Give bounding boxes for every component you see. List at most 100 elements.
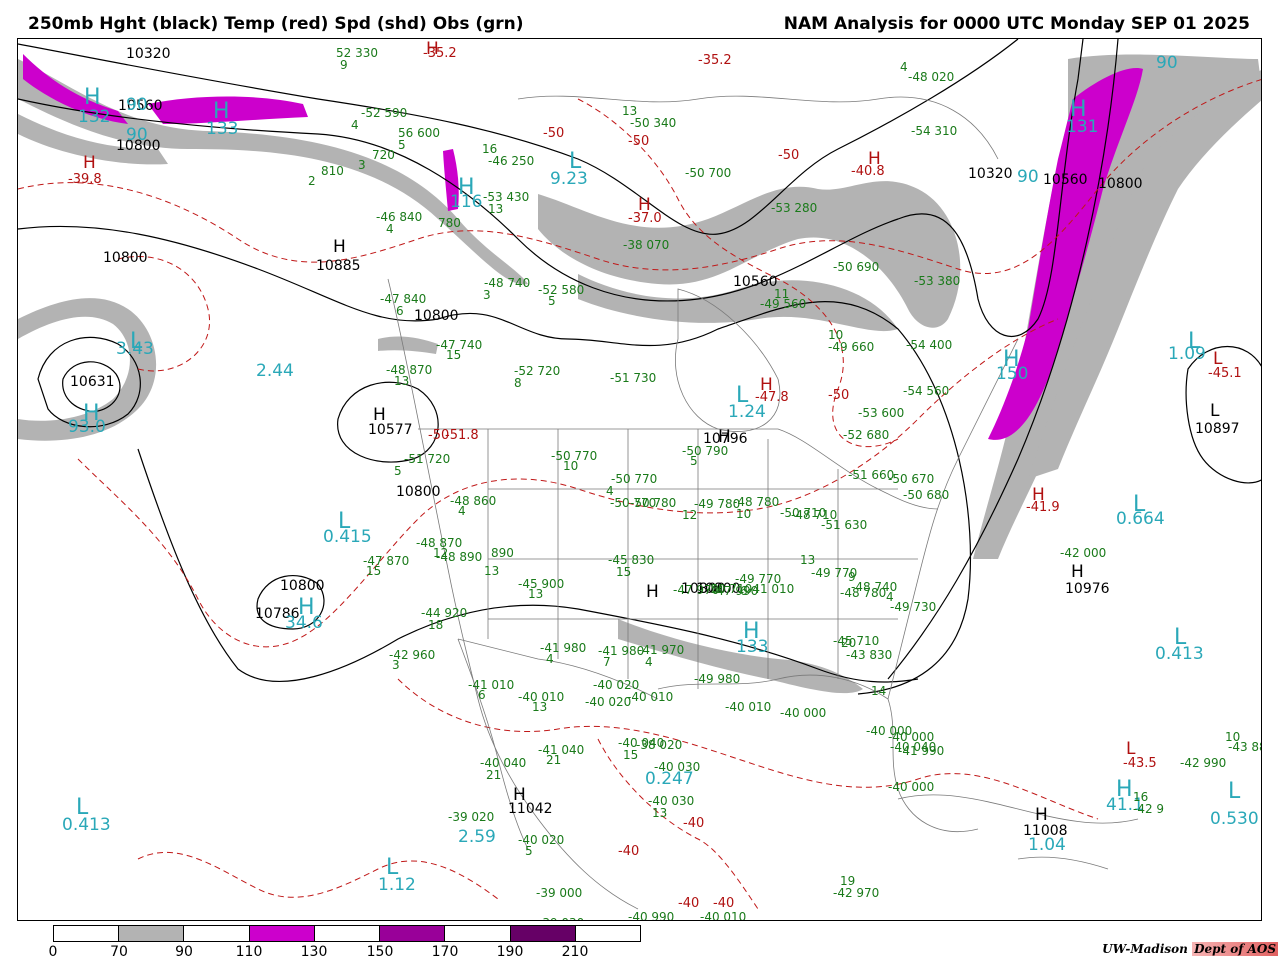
observation-label: 3	[483, 288, 491, 302]
height-label: 10631	[70, 374, 115, 390]
height-label: 10800	[396, 484, 441, 500]
observation-label: -54 560	[903, 384, 950, 398]
observation-label: 13	[484, 564, 500, 578]
observation-label: -48 890	[436, 550, 483, 564]
observation-label: -49 770	[811, 566, 858, 580]
temperature-label: -40	[713, 896, 735, 911]
observation-label: -43 880	[1228, 740, 1261, 754]
temperature-label: -37.0	[628, 211, 662, 226]
height-label: 10976	[1065, 581, 1110, 597]
observation-label: -49 730	[890, 600, 937, 614]
observation-label: 15	[366, 564, 382, 578]
observation-label: -40 000	[780, 706, 827, 720]
observation-label: -40 030	[654, 760, 701, 774]
colorbar-segment	[510, 926, 576, 941]
observation-label: 3	[392, 658, 400, 672]
observation-label: -48 740	[484, 276, 531, 290]
observation-label: 4	[645, 655, 653, 669]
speed-label: 9.23	[550, 169, 588, 189]
speed-label: 133	[736, 637, 769, 657]
observation-label: -38 020	[636, 738, 683, 752]
speed-label: 1.24	[728, 402, 766, 422]
observation-label: -40 040	[890, 740, 937, 754]
observation-label: 6	[396, 304, 404, 318]
observation-label: 18	[428, 618, 444, 632]
observation-label: 780	[438, 216, 461, 230]
observation-label: -42 000	[1060, 546, 1107, 560]
colorbar-segment	[575, 926, 640, 941]
credit-org: UW-Madison	[1102, 942, 1188, 956]
observation-label: -51 630	[821, 518, 868, 532]
observation-label: -52 590	[361, 106, 408, 120]
map-title: 250mb Hght (black) Temp (red) Spd (shd) …	[28, 14, 524, 34]
temperature-label: -40.8	[851, 164, 885, 179]
colorbar-segment	[380, 926, 446, 941]
temperature-label: -40	[678, 896, 700, 911]
observation-label: -40 010	[725, 700, 772, 714]
speed-label: 132	[78, 107, 111, 127]
height-label: 10560	[733, 274, 778, 290]
height-label: H	[333, 237, 346, 257]
colorbar-tick-label: 0	[48, 944, 58, 960]
observation-label: 6	[478, 688, 486, 702]
colorbar-segment	[314, 926, 381, 941]
observation-label: -40 010	[627, 690, 674, 704]
colorbar-segment	[54, 926, 120, 941]
observation-label: 5	[690, 454, 698, 468]
colorbar-tick-label: 70	[110, 944, 128, 960]
observation-label: -54 310	[911, 124, 958, 138]
observation-label: 4	[546, 652, 554, 666]
height-label: 10800	[1098, 176, 1143, 192]
observation-label: 14	[871, 684, 887, 698]
speed-label: 2.44	[256, 361, 294, 381]
speed-colorbar	[53, 925, 641, 942]
observation-label: -48 860	[450, 494, 497, 508]
observation-label: -43 830	[846, 648, 893, 662]
observation-label: -50 690	[833, 260, 880, 274]
observation-label: 13	[532, 700, 548, 714]
observation-label: 4	[458, 504, 466, 518]
speed-label: 131	[1066, 117, 1099, 137]
speed-label: 0.530	[1210, 809, 1259, 829]
speed-label: 0.415	[323, 527, 372, 547]
observation-label: -39 020	[448, 810, 495, 824]
temperature-label: -35.2	[698, 53, 732, 68]
temperature-label: -50	[828, 388, 850, 403]
observation-label: -42 9	[1133, 802, 1165, 816]
observation-label: 10	[736, 507, 752, 521]
observation-label: -38 070	[623, 238, 670, 252]
islands-caribbean	[897, 794, 1139, 870]
observation-label: 13	[652, 806, 668, 820]
observation-label: -49 560	[760, 297, 807, 311]
speed-label: 34.6	[285, 613, 323, 633]
height-label: 10800	[414, 308, 459, 324]
observation-label: -50 680	[903, 488, 950, 502]
observation-label: 13	[488, 202, 504, 216]
colorbar-tick-label: 130	[300, 944, 328, 960]
observation-label: 13	[394, 374, 410, 388]
observation-label: -51 720	[404, 452, 451, 466]
weather-map[interactable]: 10320 10560 10800 10800 H 10885 10800 10631 H 105…	[17, 38, 1262, 921]
observation-label: -50 700	[685, 166, 732, 180]
height-label: 10577	[368, 422, 413, 438]
isotherm-mexico	[137, 851, 499, 900]
observation-label: 5	[398, 138, 406, 152]
speed-label: 3.43	[116, 339, 154, 359]
observation-label: -52 580	[538, 283, 585, 297]
colorbar-segment	[119, 926, 185, 941]
credit-dept: Dept of AOS	[1192, 942, 1278, 956]
observation-label: -54 400	[906, 338, 953, 352]
colorbar-segment	[249, 926, 315, 941]
observation-label: -39 030	[538, 917, 584, 920]
colorbar-segment	[445, 926, 511, 941]
observation-label: 15	[446, 348, 462, 362]
observation-label: 13	[528, 587, 544, 601]
temperature-label: -39.8	[68, 172, 102, 187]
speed-label: L	[1228, 779, 1241, 804]
height-label: H	[646, 582, 659, 602]
height-label: 10800	[103, 250, 148, 266]
speed-label: 93.0	[68, 417, 106, 437]
colorbar-tick-label: 110	[235, 944, 263, 960]
temperature-label: H	[83, 153, 96, 173]
observation-label: -50 790	[682, 444, 729, 458]
